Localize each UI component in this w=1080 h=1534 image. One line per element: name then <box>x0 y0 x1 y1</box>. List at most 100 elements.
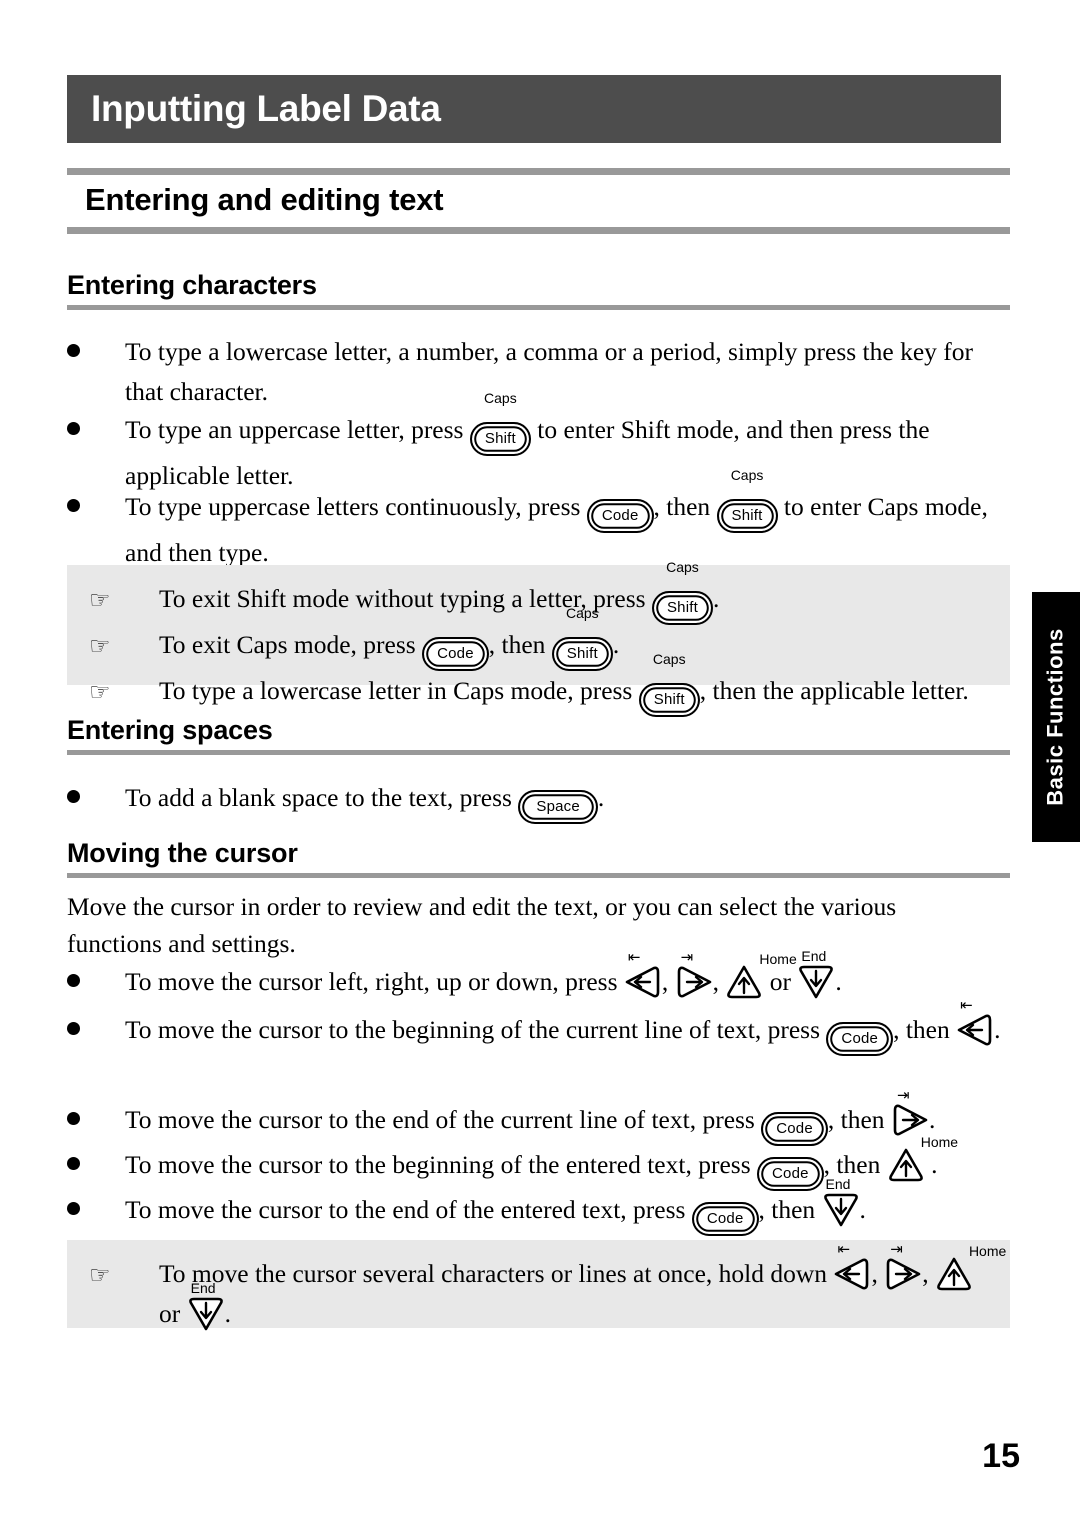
down-arrow-key[interactable]: End <box>822 1177 860 1227</box>
body-text: . <box>612 630 620 659</box>
bullet-dot-icon <box>67 1112 80 1125</box>
space-key[interactable]: Space <box>518 778 598 824</box>
key-caption: Home <box>968 1243 1007 1259</box>
line-start-tick-icon: ⇤ <box>837 1240 851 1258</box>
shift-key[interactable]: Caps Shift <box>651 560 713 625</box>
key-caption: Caps <box>652 651 686 667</box>
bullet-dot-icon <box>67 344 80 357</box>
bullet-dot-icon <box>67 974 80 987</box>
left-arrow-key[interactable]: ⇤ <box>624 950 662 999</box>
code-key-cap[interactable]: Code <box>761 1112 828 1146</box>
body-text: To type a lowercase letter in Caps mode,… <box>159 676 639 705</box>
body-text: To move the cursor to the end of the cur… <box>125 1105 762 1134</box>
code-key-cap[interactable]: Code <box>422 637 489 671</box>
right-arrow-key[interactable]: ⇥ <box>675 950 713 999</box>
shift-key[interactable]: Caps Shift <box>469 391 531 456</box>
body-text: To move the cursor to the end of the ent… <box>125 1195 692 1224</box>
shift-key-cap[interactable]: Shift <box>551 637 613 671</box>
right-arrow-key[interactable]: ⇥ <box>891 1088 929 1137</box>
body-text: . <box>924 1150 938 1179</box>
code-key-cap[interactable]: Code <box>586 499 654 533</box>
bullet-text: To move the cursor to the beginning of t… <box>125 1135 1012 1191</box>
key-caption: Home <box>759 951 797 967</box>
body-text: To exit Caps mode, press <box>159 630 423 659</box>
space-key-cap[interactable]: Space <box>518 790 598 824</box>
shift-key-cap[interactable]: Shift <box>638 683 700 717</box>
left-arrow-key[interactable]: ⇤ <box>956 998 994 1047</box>
code-key-cap[interactable]: Code <box>826 1022 894 1056</box>
subsection-heading-moving-the-cursor: Moving the cursor <box>67 838 1010 878</box>
right-arrow-key[interactable]: ⇥ <box>884 1242 922 1291</box>
body-text: . <box>835 967 842 996</box>
key-caption: Caps <box>666 559 699 575</box>
line-end-tick-icon: ⇥ <box>680 948 694 966</box>
body-text: , then <box>653 492 717 521</box>
shift-key[interactable]: Caps Shift <box>638 652 700 717</box>
body-text: , <box>922 1259 935 1288</box>
shift-key-cap[interactable]: Shift <box>651 591 713 625</box>
body-text: , then <box>823 1150 887 1179</box>
body-text: To move the cursor to the beginning of t… <box>125 1150 757 1179</box>
note-item: ☞ To type a lowercase letter in Caps mode… <box>89 652 990 717</box>
shift-key-cap[interactable]: Shift <box>716 499 778 533</box>
body-text: , then <box>893 1015 957 1044</box>
bullet-dot-icon <box>67 499 80 512</box>
subsection-heading-label: Entering characters <box>67 270 317 300</box>
body-text: or <box>159 1299 187 1328</box>
thumb-tab-label: Basic Functions <box>1043 628 1069 806</box>
body-text: , <box>712 967 726 996</box>
code-key[interactable]: Code <box>422 625 489 671</box>
body-text: , then <box>758 1195 822 1224</box>
down-arrow-key[interactable]: End <box>187 1281 225 1331</box>
body-text: , then <box>488 630 552 659</box>
line-start-tick-icon: ⇤ <box>627 948 641 966</box>
up-arrow-key[interactable]: Home <box>935 1244 1006 1291</box>
note-text: To move the cursor several characters or… <box>159 1242 1006 1334</box>
left-arrow-key[interactable]: ⇤ <box>833 1242 871 1291</box>
bullet-dot-icon <box>67 790 80 803</box>
bullet-text: To type uppercase letters continuously, … <box>125 468 1012 573</box>
up-arrow-key[interactable]: Home <box>887 1135 958 1182</box>
note-item: ☞ To exit Caps mode, press Code, then Cap… <box>89 606 990 671</box>
pointing-hand-icon: ☞ <box>89 678 111 706</box>
bullet-item: To move the cursor to the beginning of t… <box>67 998 1012 1056</box>
bullet-text: To type a lowercase letter, a number, a … <box>125 332 1012 412</box>
line-end-tick-icon: ⇥ <box>890 1240 903 1258</box>
bullet-text: To add a blank space to the text, press … <box>125 778 1012 824</box>
up-arrow-key[interactable]: Home <box>725 952 797 999</box>
key-caption: End <box>801 948 827 964</box>
pointing-hand-icon: ☞ <box>89 586 111 614</box>
key-caption: Caps <box>565 605 599 621</box>
code-key[interactable]: Code <box>826 1010 894 1056</box>
down-arrow-key[interactable]: End <box>797 949 835 999</box>
body-text: To move the cursor several characters or… <box>159 1259 834 1288</box>
code-key[interactable]: Code <box>761 1100 828 1146</box>
chapter-title: Inputting Label Data <box>91 88 441 129</box>
thumb-tab-basic-functions: Basic Functions <box>1032 592 1080 842</box>
page-number: 15 <box>982 1437 1020 1475</box>
shift-key[interactable]: Caps Shift <box>716 468 778 533</box>
subsection-heading-entering-spaces: Entering spaces <box>67 715 1010 755</box>
shift-key[interactable]: Caps Shift <box>551 606 613 671</box>
bullet-item: To move the cursor to the end of the ent… <box>67 1177 1012 1236</box>
shift-key-cap[interactable]: Shift <box>469 422 531 456</box>
key-caption: End <box>190 1280 216 1296</box>
body-text: To move the cursor left, right, up or do… <box>125 967 624 996</box>
line-start-tick-icon: ⇤ <box>960 996 973 1014</box>
bullet-item: To type uppercase letters continuously, … <box>67 468 1012 573</box>
subsection-rule <box>67 873 1010 878</box>
code-key[interactable]: Code <box>586 487 654 533</box>
note-box-entering-characters: ☞ To exit Shift mode without typing a let… <box>67 560 1010 717</box>
key-caption: End <box>825 1176 851 1192</box>
code-key[interactable]: Code <box>757 1145 824 1191</box>
subsection-rule <box>67 750 1010 755</box>
body-text: To type a lowercase letter, a number, a … <box>125 337 973 406</box>
code-key[interactable]: Code <box>691 1190 759 1236</box>
key-caption: Home <box>920 1134 959 1150</box>
note-text: To exit Caps mode, press Code, then Caps… <box>159 606 990 671</box>
code-key-cap[interactable]: Code <box>757 1157 824 1191</box>
note-text: To type a lowercase letter in Caps mode,… <box>159 652 990 717</box>
bullet-item: To move the cursor to the beginning of t… <box>67 1135 1012 1191</box>
chapter-header-banner: Inputting Label Data <box>67 75 1001 143</box>
code-key-cap[interactable]: Code <box>691 1202 759 1236</box>
